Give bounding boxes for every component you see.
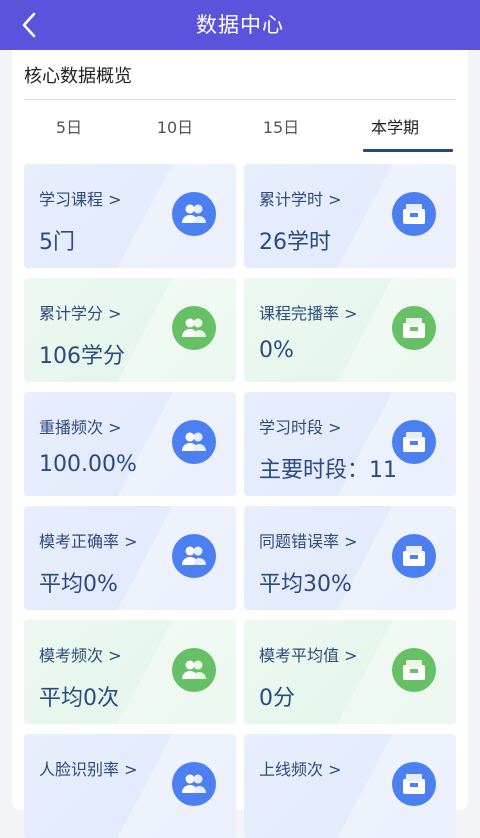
tile-value: 平均30% — [259, 572, 352, 597]
users-icon — [172, 306, 216, 350]
tile-label: 人脸识别率 > — [39, 760, 138, 779]
section-title: 核心数据概览 — [24, 66, 132, 87]
tile-label: 学习时段 > — [259, 418, 342, 437]
tile-value: 0分 — [259, 686, 295, 711]
tile-value: 5门 — [39, 230, 75, 255]
overview-card: 核心数据概览 5日 10日 15日 本学期 学习课程 > 5门 累计学时 > 2… — [12, 50, 468, 838]
tile-label: 累计学分 > — [39, 304, 122, 323]
tile-mock-frequency[interactable]: 模考频次 > 平均0次 — [24, 620, 236, 724]
tile-label: 课程完播率 > — [259, 304, 358, 323]
tile-label: 模考平均值 > — [259, 646, 358, 665]
tile-value: 平均0% — [39, 572, 118, 597]
tile-online-frequency[interactable]: 上线频次 > — [244, 734, 456, 838]
tile-label: 学习课程 > — [39, 190, 122, 209]
users-icon — [172, 762, 216, 806]
users-icon — [172, 534, 216, 578]
tile-study-hours[interactable]: 累计学时 > 26学时 — [244, 164, 456, 268]
tile-value: 主要时段：11 — [259, 458, 397, 483]
divider — [24, 99, 456, 100]
users-icon — [172, 648, 216, 692]
period-tabs: 5日 10日 15日 本学期 — [12, 108, 468, 152]
app-header: 数据中心 — [0, 0, 480, 50]
calendar-icon — [392, 420, 436, 464]
tile-label: 模考频次 > — [39, 646, 122, 665]
tile-face-recognition[interactable]: 人脸识别率 > — [24, 734, 236, 838]
tile-label: 累计学时 > — [259, 190, 342, 209]
page-title: 数据中心 — [196, 13, 284, 37]
tile-label: 上线频次 > — [259, 760, 342, 779]
tile-value: 100.00% — [39, 452, 137, 477]
tile-label: 同题错误率 > — [259, 532, 358, 551]
tile-credits[interactable]: 累计学分 > 106学分 — [24, 278, 236, 382]
tile-value: 0% — [259, 338, 294, 363]
tab-10-days[interactable]: 10日 — [118, 108, 232, 148]
tile-value: 26学时 — [259, 230, 331, 255]
calendar-icon — [392, 534, 436, 578]
tab-15-days[interactable]: 15日 — [224, 108, 338, 148]
users-icon — [172, 192, 216, 236]
calendar-icon — [392, 192, 436, 236]
tile-label: 重播频次 > — [39, 418, 122, 437]
tile-mock-accuracy[interactable]: 模考正确率 > 平均0% — [24, 506, 236, 610]
tile-study-period[interactable]: 学习时段 > 主要时段：11 — [244, 392, 456, 496]
tab-semester[interactable]: 本学期 — [338, 108, 453, 152]
tile-mock-average[interactable]: 模考平均值 > 0分 — [244, 620, 456, 724]
tile-same-question-error[interactable]: 同题错误率 > 平均30% — [244, 506, 456, 610]
calendar-icon — [392, 306, 436, 350]
users-icon — [172, 420, 216, 464]
tab-5-days[interactable]: 5日 — [12, 108, 126, 148]
tile-value: 平均0次 — [39, 686, 119, 711]
tile-label: 模考正确率 > — [39, 532, 138, 551]
calendar-icon — [392, 648, 436, 692]
calendar-icon — [392, 762, 436, 806]
tile-replay-frequency[interactable]: 重播频次 > 100.00% — [24, 392, 236, 496]
tile-value: 106学分 — [39, 344, 125, 369]
tile-completion-rate[interactable]: 课程完播率 > 0% — [244, 278, 456, 382]
tile-courses[interactable]: 学习课程 > 5门 — [24, 164, 236, 268]
